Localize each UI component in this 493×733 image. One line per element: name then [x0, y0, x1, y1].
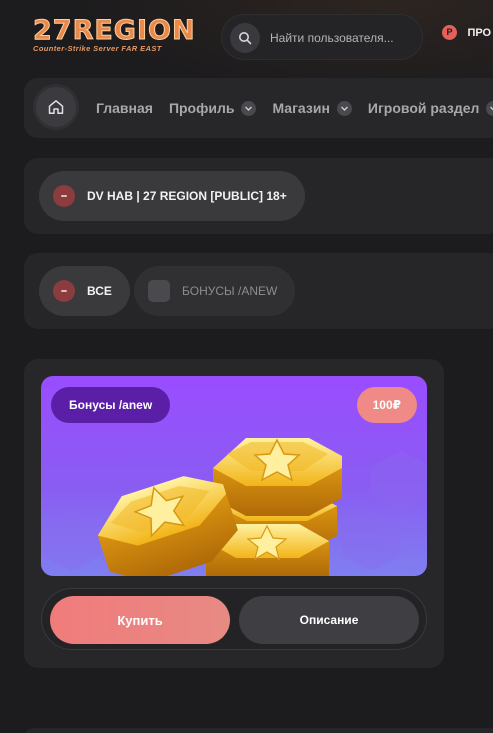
category-all-label: ВСЕ	[87, 284, 112, 298]
profile-label: ПРО	[467, 26, 492, 39]
search-input[interactable]	[270, 27, 416, 49]
next-panel-edge	[24, 728, 493, 733]
logo-tagline: Counter-Strike Server FAR EAST	[33, 44, 162, 53]
category-bonuses[interactable]: БОНУСЫ /ANEW	[134, 266, 296, 316]
site-logo[interactable]: 27REGION Counter-Strike Server FAR EAST	[33, 15, 209, 54]
coin-icon: Р	[442, 25, 457, 41]
category-filter-panel: ВСЕ БОНУСЫ /ANEW	[24, 253, 493, 329]
home-button[interactable]	[36, 87, 76, 127]
logo-text: 27REGION	[33, 15, 196, 46]
category-bonuses-label: БОНУСЫ /ANEW	[182, 284, 278, 298]
radio-selected-icon	[53, 280, 75, 302]
product-actions: Купить Описание	[41, 588, 427, 650]
nav-item-label: Игровой раздел	[367, 100, 480, 116]
nav-item-label: Главная	[96, 100, 153, 116]
nav-items: Главная Профиль Магазин Игровой раздел	[96, 78, 493, 138]
product-title-badge: Бонусы /anew	[51, 387, 171, 423]
main-nav: Главная Профиль Магазин Игровой раздел	[24, 78, 493, 138]
product-card: Бонусы /anew 100₽ Купить Описание	[24, 359, 444, 668]
nav-item-home[interactable]: Главная	[96, 100, 153, 116]
description-button[interactable]: Описание	[239, 596, 419, 644]
chevron-down-icon	[336, 100, 352, 116]
server-option-label: DV HAB | 27 REGION [PUBLIC] 18+	[87, 189, 287, 203]
nav-item-profile[interactable]: Профиль	[169, 100, 257, 116]
checkbox-icon	[148, 280, 170, 302]
server-option-selected[interactable]: DV HAB | 27 REGION [PUBLIC] 18+	[39, 171, 305, 221]
server-filter-panel: DV HAB | 27 REGION [PUBLIC] 18+	[24, 158, 493, 234]
chevron-down-icon	[241, 100, 257, 116]
nav-item-game-section[interactable]: Игровой раздел	[368, 100, 493, 116]
home-icon	[48, 100, 64, 114]
category-all[interactable]: ВСЕ	[39, 266, 130, 316]
profile-button[interactable]: Р ПРО	[442, 24, 491, 42]
product-image: Бонусы /anew 100₽	[41, 376, 427, 576]
chevron-down-icon	[486, 100, 493, 116]
search-icon[interactable]	[230, 23, 260, 53]
price-badge: 100₽	[356, 387, 417, 423]
nav-item-label: Профиль	[168, 100, 235, 116]
header: 27REGION Counter-Strike Server FAR EAST …	[0, 0, 493, 72]
nav-item-shop[interactable]: Магазин	[272, 100, 352, 116]
user-search	[221, 14, 423, 60]
buy-button[interactable]: Купить	[50, 596, 230, 644]
nav-item-label: Магазин	[272, 100, 330, 116]
radio-selected-icon	[53, 185, 75, 207]
